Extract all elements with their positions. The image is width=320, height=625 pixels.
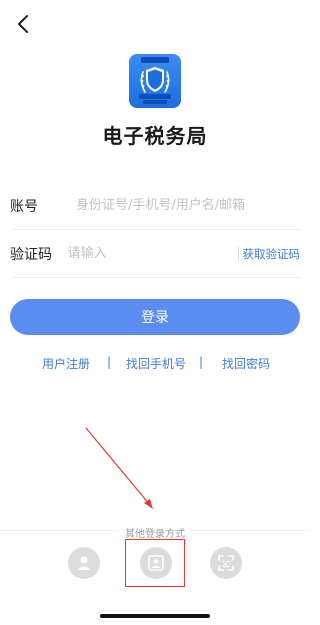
account-label: 账号 bbox=[10, 198, 38, 215]
account-row: 账号 bbox=[10, 182, 300, 230]
divider bbox=[237, 246, 239, 261]
back-button[interactable] bbox=[12, 12, 34, 36]
face-scan-icon bbox=[218, 555, 234, 571]
home-indicator bbox=[100, 614, 210, 618]
annotation-highlight-box bbox=[125, 539, 185, 587]
verification-code-label: 验证码 bbox=[10, 246, 52, 263]
link-separator: | bbox=[107, 355, 112, 369]
chevron-left-icon bbox=[18, 15, 28, 33]
user-icon bbox=[77, 556, 91, 570]
user-login-button[interactable] bbox=[68, 547, 100, 579]
app-logo bbox=[129, 54, 181, 108]
face-scan-login-button[interactable] bbox=[210, 547, 242, 579]
get-verification-code-button[interactable]: 获取验证码 bbox=[243, 246, 301, 262]
login-button[interactable]: 登录 bbox=[10, 299, 300, 335]
find-password-link[interactable]: 找回密码 bbox=[222, 355, 270, 372]
tax-bureau-emblem-icon bbox=[139, 57, 171, 104]
app-title: 电子税务局 bbox=[102, 124, 208, 148]
verification-code-input[interactable] bbox=[67, 238, 238, 269]
link-separator: | bbox=[199, 355, 204, 369]
account-links: 用户注册 | 找回手机号 | 找回密码 bbox=[0, 355, 310, 373]
find-phone-link[interactable]: 找回手机号 bbox=[126, 355, 186, 372]
verification-code-row: 验证码 获取验证码 bbox=[10, 230, 300, 278]
register-link[interactable]: 用户注册 bbox=[42, 355, 90, 372]
account-input[interactable] bbox=[76, 190, 300, 221]
